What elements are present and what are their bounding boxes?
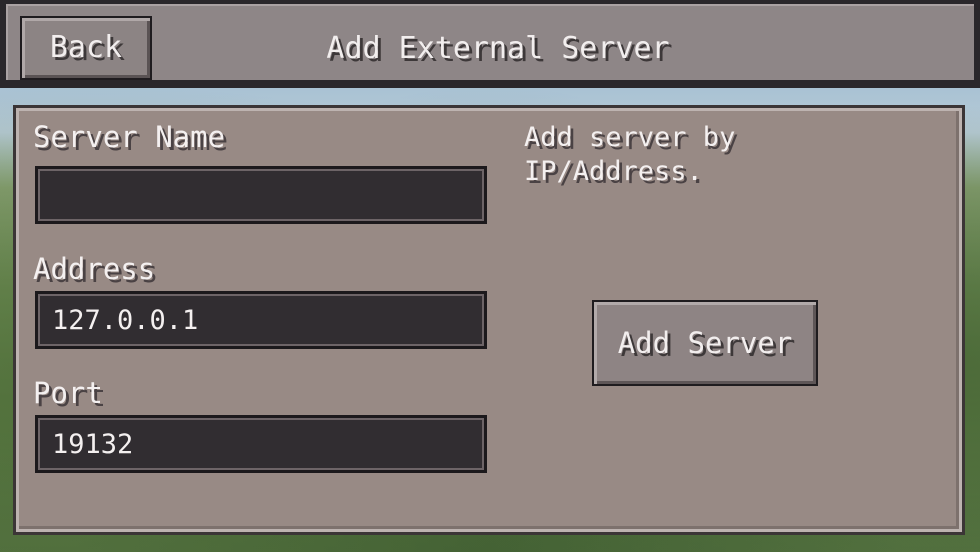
page-title: Add External Server: [326, 31, 670, 66]
address-label: Address: [33, 252, 156, 286]
back-button[interactable]: Back: [20, 16, 152, 80]
add-server-hint: Add server by IP/Address.: [524, 122, 736, 187]
header-inner: Back Add External Server: [6, 4, 974, 80]
server-name-label: Server Name: [33, 120, 226, 154]
add-server-button[interactable]: Add Server: [592, 300, 818, 386]
server-form-panel: Server Name Address Port Add server by I…: [16, 108, 962, 532]
address-input[interactable]: [35, 291, 487, 349]
server-name-input[interactable]: [35, 166, 487, 224]
port-input[interactable]: [35, 415, 487, 473]
screen: Back Add External Server Server Name Add…: [0, 0, 980, 552]
port-label: Port: [33, 376, 103, 410]
header-bar: Back Add External Server: [0, 0, 980, 88]
